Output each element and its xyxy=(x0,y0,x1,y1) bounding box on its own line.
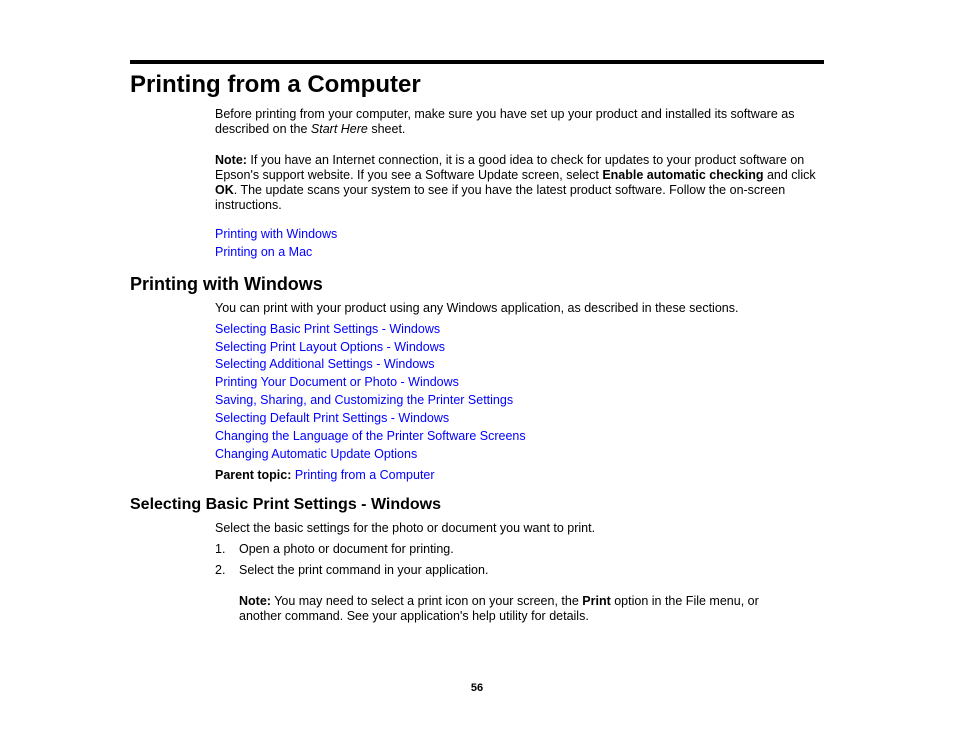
step-text: Select the print command in your applica… xyxy=(239,563,489,577)
parent-topic-label: Parent topic: xyxy=(215,468,292,482)
link-printing-document-photo[interactable]: Printing Your Document or Photo - Window… xyxy=(215,375,459,389)
start-here-italic: Start Here xyxy=(310,122,368,136)
windows-intro: You can print with your product using an… xyxy=(215,301,739,315)
parent-topic: Parent topic: Printing from a Computer xyxy=(215,468,435,483)
link-automatic-update-options[interactable]: Changing Automatic Update Options xyxy=(215,447,417,461)
section-heading-windows: Printing with Windows xyxy=(130,274,323,294)
basic-intro: Select the basic settings for the photo … xyxy=(215,521,596,535)
intro-text-end: sheet. xyxy=(367,122,406,136)
note-label: Note: xyxy=(239,594,271,608)
ok-bold: OK xyxy=(215,183,234,197)
link-default-print-settings[interactable]: Selecting Default Print Settings - Windo… xyxy=(215,411,449,425)
step-number: 1. xyxy=(215,542,226,556)
link-additional-settings[interactable]: Selecting Additional Settings - Windows xyxy=(215,357,435,371)
note-text: and click xyxy=(763,168,816,182)
print-note: Note: You may need to select a print ico… xyxy=(239,594,799,624)
link-parent-topic[interactable]: Printing from a Computer xyxy=(295,468,435,482)
note-label: Note: xyxy=(215,153,247,167)
link-changing-language[interactable]: Changing the Language of the Printer Sof… xyxy=(215,429,526,443)
link-saving-sharing-customizing[interactable]: Saving, Sharing, and Customizing the Pri… xyxy=(215,393,513,407)
link-printing-with-windows[interactable]: Printing with Windows xyxy=(215,227,337,241)
step-text: Open a photo or document for printing. xyxy=(239,542,454,556)
enable-automatic-checking: Enable automatic checking xyxy=(602,168,764,182)
page-number: 56 xyxy=(470,682,484,694)
note-text: You may need to select a print icon on y… xyxy=(270,594,583,608)
note-text: . The update scans your system to see if… xyxy=(215,183,786,212)
link-print-layout-options[interactable]: Selecting Print Layout Options - Windows xyxy=(215,340,445,354)
title-rule xyxy=(130,60,824,64)
section-heading-basic-settings: Selecting Basic Print Settings - Windows xyxy=(130,496,442,513)
link-printing-on-a-mac[interactable]: Printing on a Mac xyxy=(215,245,312,259)
page-title: Printing from a Computer xyxy=(130,71,421,98)
update-note: Note: If you have an Internet connection… xyxy=(215,153,825,213)
link-basic-print-settings[interactable]: Selecting Basic Print Settings - Windows xyxy=(215,322,440,336)
intro-text: Before printing from your computer, make… xyxy=(215,107,795,136)
intro-paragraph: Before printing from your computer, make… xyxy=(215,107,825,137)
print-bold: Print xyxy=(582,594,611,608)
step-number: 2. xyxy=(215,563,226,577)
